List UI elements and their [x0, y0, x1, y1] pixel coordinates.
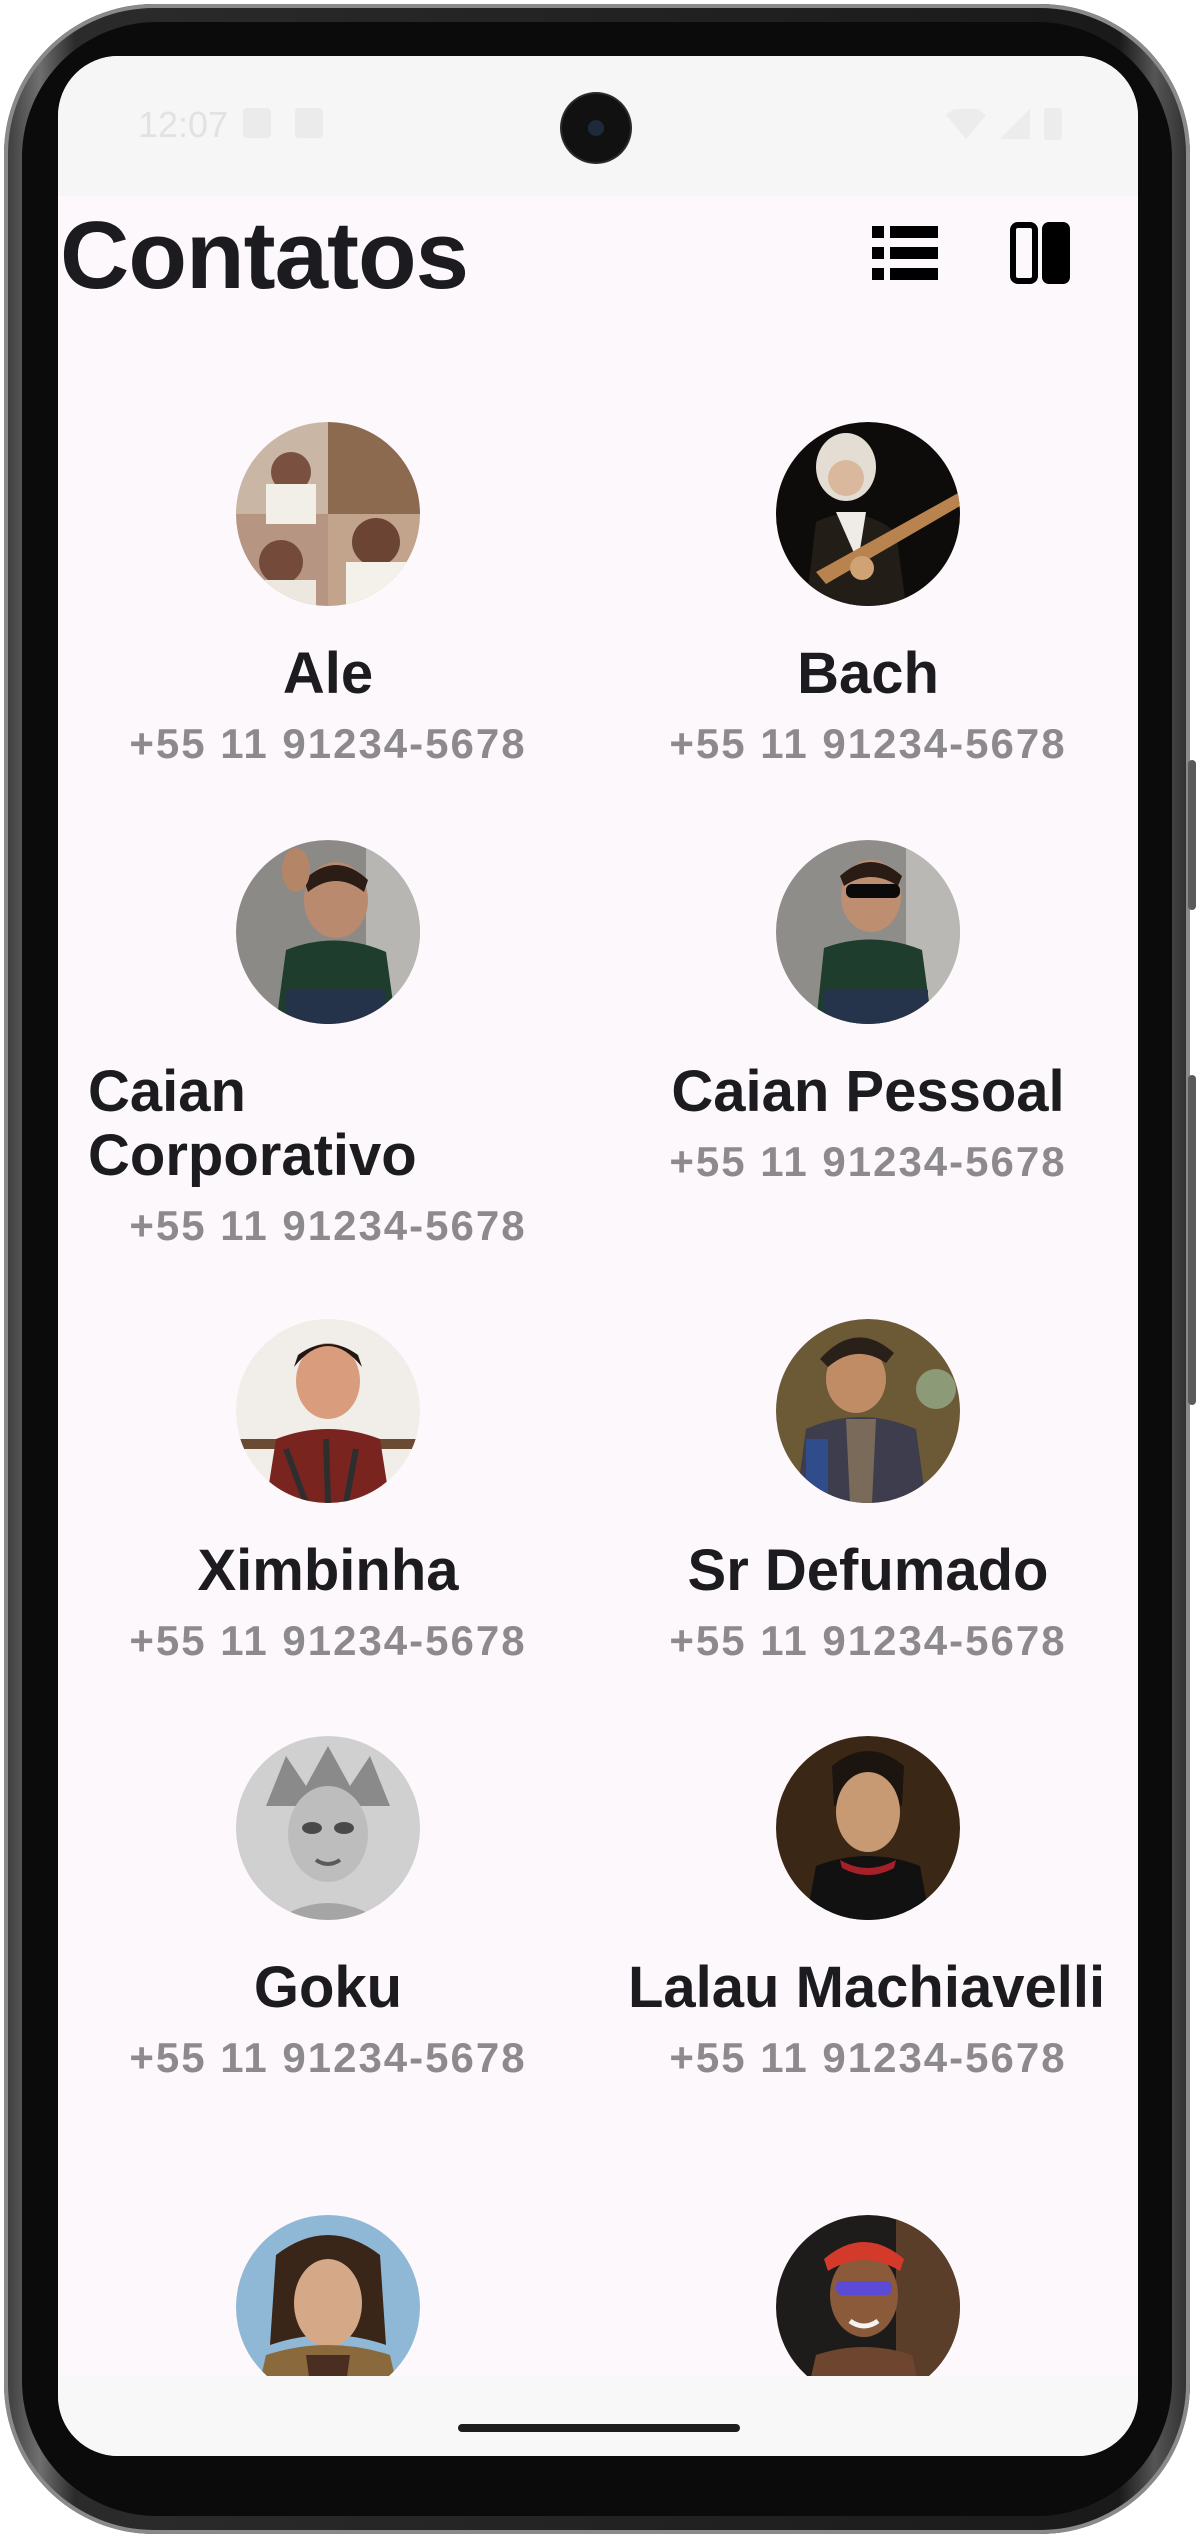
contact-phone: +55 11 91234-5678 [669, 1617, 1067, 1664]
contact-phone: +55 11 91234-5678 [129, 720, 527, 767]
contact-phone: +55 11 91234-5678 [669, 1138, 1067, 1185]
contact-avatar [776, 1736, 960, 1920]
contact-card[interactable]: Ximbinha +55 11 91234-5678 [58, 1319, 598, 1673]
contact-card[interactable]: Goku +55 11 91234-5678 [58, 1736, 598, 2090]
contact-name: Caian Pessoal [671, 1059, 1065, 1124]
navigation-bar [58, 2376, 1138, 2456]
contact-phone: +55 11 91234-5678 [129, 1202, 527, 1249]
contact-name: Ximbinha [197, 1538, 459, 1603]
contact-phone: +55 11 91234-5678 [669, 2034, 1067, 2081]
list-view-icon [872, 226, 938, 280]
status-bar: 12:07 [58, 56, 1138, 196]
contact-avatar [776, 2215, 960, 2376]
app-header: Contatos [58, 196, 1138, 316]
system-icons [946, 108, 1062, 140]
app-screen: 12:07 Contatos Ale +55 11 91234-5678 Bac… [58, 56, 1138, 2456]
contact-avatar [776, 422, 960, 606]
grid-view-button[interactable] [1010, 222, 1070, 284]
contact-avatar [776, 840, 960, 1024]
contact-name: Bach [797, 641, 939, 706]
page-title: Contatos [60, 202, 469, 309]
contact-avatar [236, 422, 420, 606]
list-view-button[interactable] [872, 226, 938, 280]
contact-name: Sr Defumado [687, 1538, 1049, 1603]
notification-icons [243, 108, 323, 138]
signal-icon [1000, 109, 1030, 139]
contact-card[interactable]: Lalau Machiavelli +55 11 91234-5678 [598, 1736, 1138, 2090]
battery-icon [1044, 108, 1062, 140]
contact-name: Lalau Machiavelli [628, 1955, 1106, 2020]
contacts-grid: Ale +55 11 91234-5678 Bach +55 11 91234-… [58, 316, 1138, 2376]
contact-name: Goku [253, 1955, 403, 2020]
home-gesture-handle[interactable] [458, 2424, 740, 2432]
contact-name: Ale [282, 641, 374, 706]
contact-avatar [776, 1319, 960, 1503]
contact-card[interactable]: Caian Pessoal +55 11 91234-5678 [598, 840, 1138, 1194]
contact-avatar [236, 2215, 420, 2376]
status-time: 12:07 [138, 104, 229, 145]
notification-icon [243, 108, 271, 138]
sd-card-icon [295, 108, 323, 138]
contact-card[interactable]: Ale +55 11 91234-5678 [58, 422, 598, 776]
grid-view-icon [1010, 222, 1070, 284]
contact-card[interactable]: Ma [598, 2215, 1138, 2376]
wifi-icon [946, 109, 986, 139]
contact-avatar [236, 1736, 420, 1920]
contact-phone: +55 11 91234-5678 [129, 2034, 527, 2081]
contact-card[interactable]: Mi [58, 2215, 598, 2376]
contact-phone: +55 11 91234-5678 [129, 1617, 527, 1664]
contact-card[interactable]: Sr Defumado +55 11 91234-5678 [598, 1319, 1138, 1673]
contact-card[interactable]: Caian Corporativo +55 11 91234-5678 [58, 840, 598, 1258]
contact-avatar [236, 1319, 420, 1503]
contact-avatar [236, 840, 420, 1024]
contact-phone: +55 11 91234-5678 [669, 720, 1067, 767]
contact-name: Caian Corporativo [88, 1059, 417, 1188]
front-camera [562, 94, 630, 162]
power-button [1188, 760, 1196, 910]
volume-button [1188, 1075, 1196, 1405]
contact-card[interactable]: Bach +55 11 91234-5678 [598, 422, 1138, 776]
